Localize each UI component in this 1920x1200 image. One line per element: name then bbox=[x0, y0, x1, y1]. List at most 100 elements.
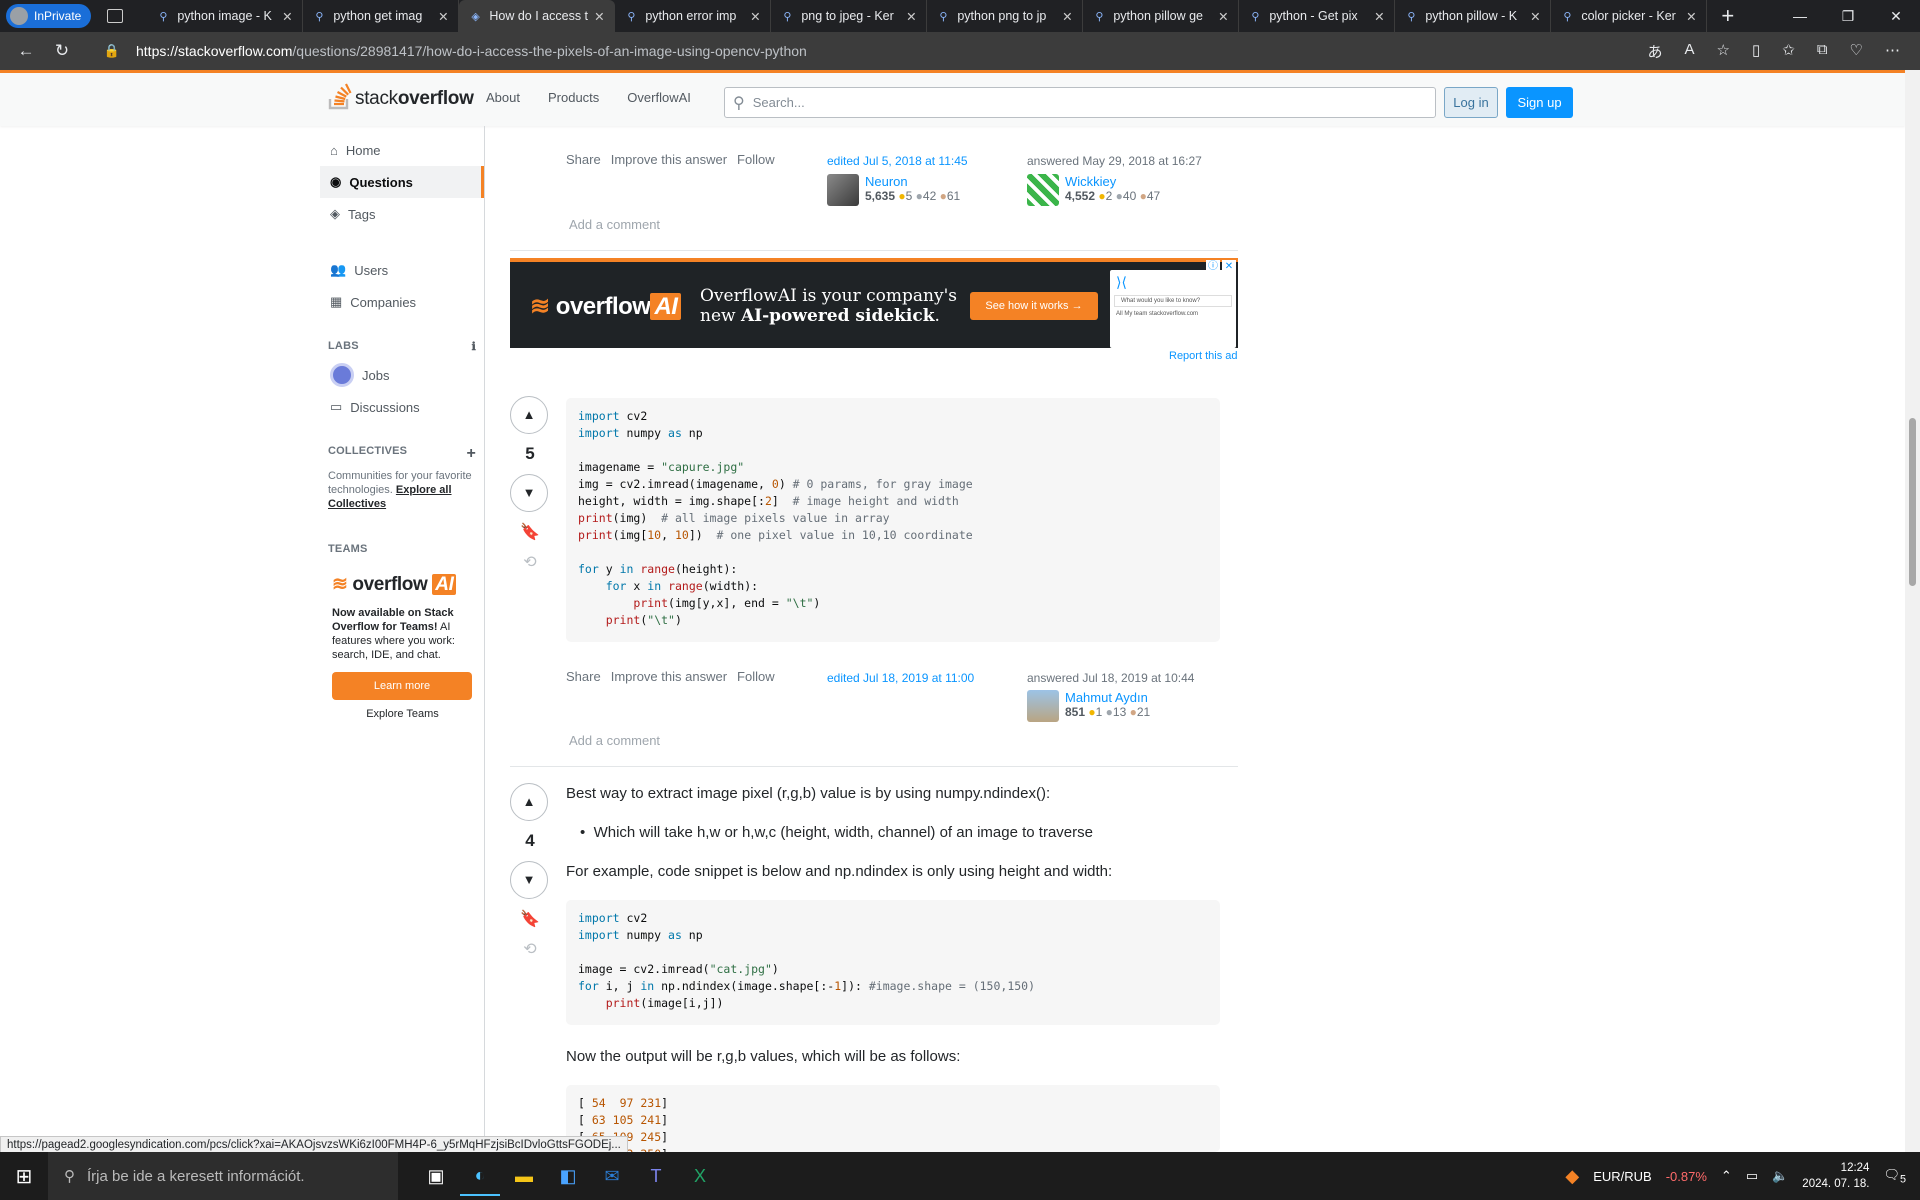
windows-start-icon[interactable]: ⊞ bbox=[0, 1164, 48, 1189]
notification-icon[interactable]: 🗨5 bbox=[1883, 1167, 1906, 1186]
browser-tab[interactable]: ⚲ python error imp ✕ bbox=[615, 0, 772, 32]
sidebar-item-jobs[interactable]: Jobs bbox=[320, 359, 484, 391]
bookmark-icon[interactable]: 🔖 bbox=[510, 909, 550, 929]
excel-icon[interactable]: X bbox=[680, 1156, 720, 1196]
sidebar-item-tags[interactable]: ◈ Tags bbox=[320, 198, 484, 230]
clock[interactable]: 12:24 2024. 07. 18. bbox=[1802, 1160, 1869, 1192]
nav-about[interactable]: About bbox=[486, 90, 520, 105]
edge-icon[interactable]: ◐ bbox=[460, 1156, 500, 1196]
learn-more-button[interactable]: Learn more bbox=[332, 672, 472, 700]
tab-close-icon[interactable]: ✕ bbox=[748, 9, 762, 24]
edited-link[interactable]: edited Jul 5, 2018 at 11:45 bbox=[827, 154, 968, 168]
edited-link[interactable]: edited Jul 18, 2019 at 11:00 bbox=[827, 671, 974, 685]
browser-tab[interactable]: ⚲ python image - K ✕ bbox=[147, 0, 304, 32]
tab-close-icon[interactable]: ✕ bbox=[904, 9, 918, 24]
browser-tab[interactable]: ⚲ png to jpeg - Ker ✕ bbox=[771, 0, 928, 32]
explore-teams-link[interactable]: Explore Teams bbox=[320, 708, 485, 720]
improve-answer-link[interactable]: Improve this answer bbox=[611, 669, 727, 684]
ad-cta-button[interactable]: See how it works → bbox=[970, 292, 1098, 320]
file-explorer-icon[interactable]: ▬ bbox=[504, 1156, 544, 1196]
tab-close-icon[interactable]: ✕ bbox=[436, 9, 450, 24]
downvote-button[interactable]: ▼ bbox=[510, 861, 548, 899]
teams-icon[interactable]: T bbox=[636, 1156, 676, 1196]
tab-close-icon[interactable]: ✕ bbox=[1684, 9, 1698, 24]
avatar[interactable] bbox=[1027, 690, 1059, 722]
volume-icon[interactable]: 🔈 bbox=[1772, 1168, 1788, 1184]
downvote-button[interactable]: ▼ bbox=[510, 474, 548, 512]
collections-icon[interactable]: ⧉ bbox=[1817, 41, 1828, 62]
stackoverflow-logo[interactable]: stack overflow bbox=[328, 82, 474, 110]
avatar[interactable] bbox=[1027, 174, 1059, 206]
more-menu-icon[interactable]: ⋯ bbox=[1885, 41, 1900, 62]
upvote-button[interactable]: ▲ bbox=[510, 783, 548, 821]
minimize-icon[interactable]: — bbox=[1776, 0, 1824, 32]
sidebar-item-questions[interactable]: ◉ Questions bbox=[320, 166, 484, 198]
user-name[interactable]: Neuron bbox=[865, 174, 960, 189]
browser-essentials-icon[interactable]: ♡ bbox=[1850, 41, 1863, 62]
user-name[interactable]: Mahmut Aydın bbox=[1065, 690, 1150, 705]
read-aloud-icon[interactable]: A bbox=[1685, 41, 1695, 62]
ad-banner[interactable]: ≋ overflow AI OverflowAI is your company'… bbox=[510, 258, 1238, 348]
browser-tab[interactable]: ⚲ color picker - Ker ✕ bbox=[1551, 0, 1708, 32]
ticker-name[interactable]: EUR/RUB bbox=[1593, 1169, 1652, 1184]
info-icon[interactable]: ℹ bbox=[472, 340, 476, 353]
sidebar-item-users[interactable]: 👥 Users bbox=[320, 254, 484, 286]
sidebar-item-home[interactable]: ⌂ Home bbox=[320, 134, 484, 166]
translate-icon[interactable]: あ bbox=[1648, 41, 1663, 62]
browser-tab[interactable]: ⚲ python pillow - K ✕ bbox=[1395, 0, 1552, 32]
task-view-icon[interactable]: ▣ bbox=[416, 1156, 456, 1196]
search-input[interactable]: ⚲ Search... bbox=[724, 87, 1436, 118]
restore-icon[interactable]: ❐ bbox=[1824, 0, 1872, 32]
tab-close-icon[interactable]: ✕ bbox=[1528, 9, 1542, 24]
add-comment-link[interactable]: Add a comment bbox=[569, 217, 660, 232]
outlook-icon[interactable]: ✉ bbox=[592, 1156, 632, 1196]
nav-overflowai[interactable]: OverflowAI bbox=[627, 90, 691, 105]
login-button[interactable]: Log in bbox=[1444, 87, 1498, 118]
refresh-icon[interactable]: ↻ bbox=[44, 41, 80, 61]
sidebar-item-discussions[interactable]: ▭ Discussions bbox=[320, 391, 484, 423]
report-ad-link[interactable]: Report this ad bbox=[1169, 350, 1237, 362]
taskbar-search[interactable]: ⚲ Írja be ide a keresett információt. bbox=[48, 1152, 398, 1200]
browser-tab[interactable]: ◈ How do I access t ✕ bbox=[459, 0, 616, 32]
share-link[interactable]: Share bbox=[566, 152, 601, 167]
browser-tab[interactable]: ⚲ python - Get pix ✕ bbox=[1239, 0, 1396, 32]
upvote-button[interactable]: ▲ bbox=[510, 396, 548, 434]
network-icon[interactable]: ▭ bbox=[1746, 1168, 1758, 1184]
favorites-icon[interactable]: ✩ bbox=[1782, 41, 1795, 62]
plus-icon[interactable]: + bbox=[466, 445, 476, 463]
avatar[interactable] bbox=[827, 174, 859, 206]
favorite-star-icon[interactable]: ☆ bbox=[1717, 41, 1730, 62]
url-field[interactable]: https://stackoverflow.com/questions/2898… bbox=[136, 43, 1648, 59]
follow-link[interactable]: Follow bbox=[737, 669, 775, 684]
share-link[interactable]: Share bbox=[566, 669, 601, 684]
tab-close-icon[interactable]: ✕ bbox=[1372, 9, 1386, 24]
history-icon[interactable]: ⟲ bbox=[510, 552, 550, 572]
signup-button[interactable]: Sign up bbox=[1506, 87, 1573, 118]
user-name[interactable]: Wickkiey bbox=[1065, 174, 1160, 189]
split-screen-icon[interactable]: ▯ bbox=[1752, 41, 1760, 62]
back-icon[interactable]: ← bbox=[8, 41, 44, 61]
improve-answer-link[interactable]: Improve this answer bbox=[611, 152, 727, 167]
browser-tab[interactable]: ⚲ python pillow ge ✕ bbox=[1083, 0, 1240, 32]
inprivate-badge[interactable]: InPrivate bbox=[6, 4, 92, 28]
follow-link[interactable]: Follow bbox=[737, 152, 775, 167]
ad-close-icon[interactable]: ✕ bbox=[1222, 260, 1236, 274]
tab-close-icon[interactable]: ✕ bbox=[1216, 9, 1230, 24]
chevron-up-icon[interactable]: ⌃ bbox=[1721, 1168, 1732, 1184]
tab-close-icon[interactable]: ✕ bbox=[592, 9, 606, 24]
store-icon[interactable]: ◧ bbox=[548, 1156, 588, 1196]
tab-close-icon[interactable]: ✕ bbox=[1060, 9, 1074, 24]
nav-products[interactable]: Products bbox=[548, 90, 599, 105]
page-scrollbar[interactable] bbox=[1905, 70, 1920, 1152]
sidebar-item-companies[interactable]: ▦ Companies bbox=[320, 286, 484, 318]
new-tab-icon[interactable]: + bbox=[1721, 3, 1734, 29]
adchoices-icon[interactable]: ⓘ bbox=[1206, 260, 1220, 274]
add-comment-link[interactable]: Add a comment bbox=[569, 733, 660, 748]
tab-close-icon[interactable]: ✕ bbox=[280, 9, 294, 24]
tab-actions-icon[interactable] bbox=[107, 9, 124, 23]
browser-tab[interactable]: ⚲ python png to jp ✕ bbox=[927, 0, 1084, 32]
bookmark-icon[interactable]: 🔖 bbox=[510, 522, 550, 542]
browser-tab[interactable]: ⚲ python get imag ✕ bbox=[303, 0, 460, 32]
lock-icon[interactable]: 🔒 bbox=[94, 43, 130, 59]
scrollbar-thumb[interactable] bbox=[1909, 418, 1916, 586]
